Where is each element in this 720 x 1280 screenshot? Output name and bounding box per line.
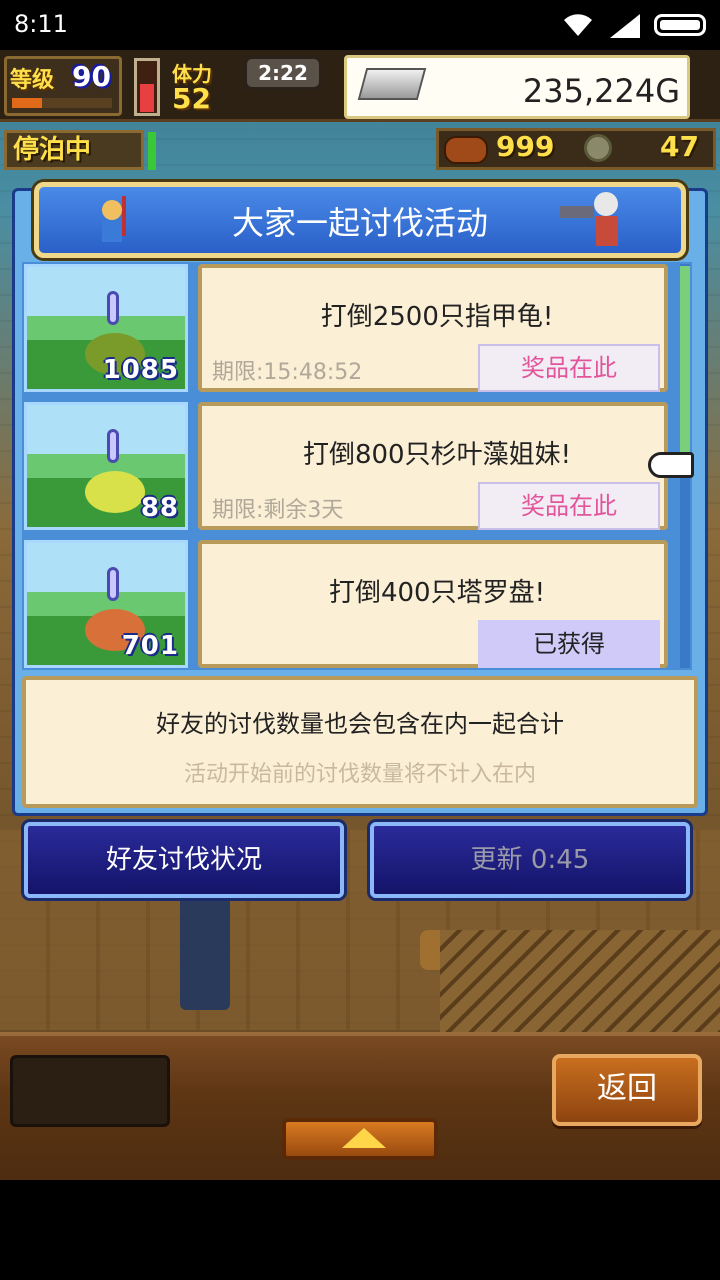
note-panel: [22, 676, 698, 808]
pointing-hand-icon: [648, 452, 694, 478]
refresh-button[interactable]: 更新 0:45: [370, 822, 690, 898]
exclamation-icon: [107, 429, 119, 463]
meat-icon: [444, 136, 488, 164]
empty-slot: [10, 1055, 170, 1127]
level-value: 90: [72, 60, 111, 93]
medal-count: 47: [660, 130, 699, 163]
exclamation-icon: [107, 291, 119, 325]
stamina-timer: 2:22: [244, 56, 322, 90]
note-sub-text: 活动开始前的讨伐数量将不计入在内: [183, 762, 536, 787]
kill-count: 88: [140, 493, 179, 523]
meat-count: 999: [496, 130, 555, 163]
mission-title: 打倒2500只指甲龟!: [320, 302, 554, 332]
mission-deadline: 期限:剩余3天: [212, 498, 344, 523]
reward-button[interactable]: 奖品在此: [478, 482, 660, 530]
back-button[interactable]: 返回: [552, 1054, 702, 1126]
medal-icon: [584, 134, 612, 162]
moored-indicator: [148, 132, 156, 170]
reward-button[interactable]: 奖品在此: [478, 344, 660, 392]
exp-bar-fill: [12, 98, 42, 108]
mission-title: 打倒400只塔罗盘!: [328, 578, 546, 608]
friend-status-button[interactable]: 好友讨伐状况: [24, 822, 344, 898]
silver-bar-icon: [357, 68, 427, 100]
signal-icon: [610, 14, 640, 38]
mission-card: 打倒800只杉叶藻姐妹! 期限:剩余3天 奖品在此: [198, 402, 668, 530]
stamina-gauge-fill: [140, 84, 154, 112]
mission-card: 打倒2500只指甲龟! 期限:15:48:52 奖品在此: [198, 264, 668, 392]
mission-card: 打倒400只塔罗盘! 已获得: [198, 540, 668, 668]
wifi-icon: [564, 14, 592, 36]
kill-count: 701: [121, 631, 179, 661]
mission-deadline: 期限:15:48:52: [212, 360, 363, 385]
exclamation-icon: [107, 567, 119, 601]
battery-icon: [654, 14, 706, 36]
expand-menu-button[interactable]: [282, 1118, 438, 1160]
stamina-value: 52: [172, 82, 211, 115]
gold-amount: 235,224G: [522, 72, 680, 110]
obtained-badge: 已获得: [478, 620, 660, 668]
mission-thumbnail: 88: [24, 402, 188, 530]
mission-thumbnail: 1085: [24, 264, 188, 392]
character-right-icon: [560, 192, 618, 246]
mission-title: 打倒800只杉叶藻姐妹!: [302, 440, 572, 470]
mission-thumbnail: 701: [24, 540, 188, 668]
status-clock: 8:11: [14, 10, 68, 38]
up-arrow-icon: [342, 1128, 386, 1148]
scrollbar-thumb[interactable]: [680, 266, 690, 478]
sailor-sprite: [180, 890, 230, 1010]
monster-icon: [85, 471, 145, 513]
character-left-icon: [102, 196, 126, 242]
level-label: 等级: [10, 68, 55, 93]
moored-status: 停泊中: [4, 130, 144, 170]
kill-count: 1085: [102, 355, 179, 385]
note-main-text: 好友的讨伐数量也会包含在内一起合计: [156, 710, 564, 738]
